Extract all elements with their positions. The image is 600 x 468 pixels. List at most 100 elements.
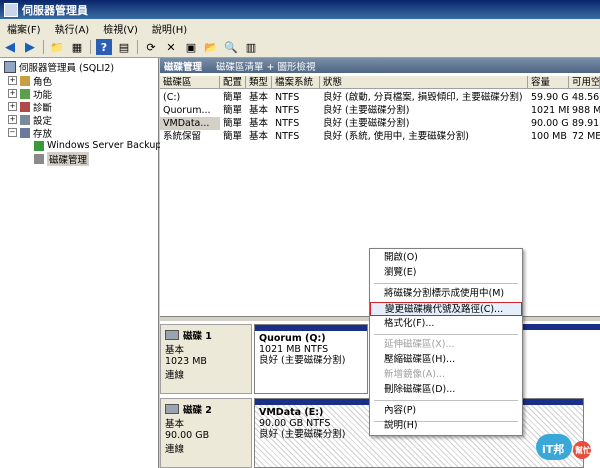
tree-root-label: 伺服器管理員 (SQLI2) [19,62,115,74]
table-cell: 基本 [249,118,269,129]
disk-size: 1023 MB [165,356,207,367]
table-cell-volume[interactable]: 系統保留 [160,130,220,143]
refresh-icon[interactable]: ⟳ [143,39,159,55]
menu-separator [374,283,518,284]
tree-item-label: 磁碟管理 [47,151,90,166]
tree-icon[interactable]: ▦ [69,39,85,55]
expand-icon[interactable]: + [8,89,17,98]
disk-1-label[interactable]: 磁碟 1 基本 1023 MB 連線 [160,324,252,394]
tree-item-windows-server-backup[interactable]: Windows Server Backup [34,139,161,152]
expand-icon[interactable]: + [8,76,17,85]
toolbar-separator [43,40,44,54]
tree-item-label: 存放 [33,128,53,140]
menu-delete-volume[interactable]: 刪除磁碟區(D)... [370,383,522,397]
table-cell: NTFS [275,118,300,129]
tree-root[interactable]: 伺服器管理員 (SQLI2) [4,60,115,74]
table-cell-volume[interactable]: Quorum... [160,104,220,117]
panel-header: 磁碟管理 磁碟區清單 + 圖形檢視 [160,58,600,73]
table-cell: 48.56 G [572,92,600,103]
table-cell-volume[interactable]: VMData... [160,117,220,130]
toolbar-separator [137,40,138,54]
table-cell-volume[interactable]: (C:) [160,91,220,104]
tree-item-roles[interactable]: + 角色 [8,74,53,88]
expand-icon[interactable]: + [8,102,17,111]
collapse-icon[interactable]: − [8,128,17,137]
menu-open[interactable]: 開啟(O) [370,251,522,265]
table-cell: 100 MB [531,131,567,142]
menu-view[interactable]: 檢視(V) [96,21,145,36]
tree-item-label: 功能 [33,89,53,101]
column-header[interactable]: 可用空 [569,76,600,89]
disk-icon[interactable]: ▥ [243,39,259,55]
disk-status: 連線 [165,370,185,381]
tree-item-configuration[interactable]: + 設定 [8,113,53,127]
panel-title: 磁碟管理 [164,61,203,73]
backup-icon [34,140,44,151]
expand-icon[interactable]: + [8,115,17,124]
menu-action[interactable]: 執行(A) [48,21,97,36]
menu-help[interactable]: 說明(H) [145,21,194,36]
table-cell: NTFS [275,105,300,116]
title-bar: 伺服器管理員 [0,0,600,19]
forward-icon[interactable]: ▶ [22,39,38,55]
tree-item-features[interactable]: + 功能 [8,87,53,101]
export-icon[interactable]: ▣ [183,39,199,55]
column-header[interactable]: 配置 [220,76,246,89]
tree-item-diagnostics[interactable]: + 診斷 [8,100,52,114]
partition-size: 1021 MB NTFS [259,344,329,355]
table-cell: 90.00 GB [531,118,569,129]
disk-icon [165,404,179,414]
menu-change-drive-letter[interactable]: 變更磁碟機代號及路徑(C)... [370,302,522,316]
tree-item-storage[interactable]: − 存放 [8,126,53,140]
column-header[interactable]: 類型 [246,76,272,89]
menu-explore[interactable]: 瀏覽(E) [370,266,522,280]
column-header[interactable]: 容量 [528,76,569,89]
open-icon[interactable]: 📂 [203,39,219,55]
tree-item-label: Windows Server Backup [47,140,162,151]
watermark-subtext: 幫忙 [575,446,591,455]
folder-up-icon[interactable]: 📁 [49,39,65,55]
disk-icon [165,330,179,340]
table-cell: 良好 (主要磁碟分割) [323,105,410,116]
disk-management-icon [34,153,44,164]
menu-extend-volume: 延伸磁碟區(X)... [384,339,455,350]
table-cell: 59.90 GB [531,92,569,103]
menu-properties[interactable]: 內容(P) [370,404,522,418]
disk-name: 磁碟 1 [183,331,212,342]
tree-item-label: 設定 [33,115,53,127]
menu-file[interactable]: 檔案(F) [0,21,48,36]
disk-type: 基本 [165,419,185,430]
table-cell: 良好 (主要磁碟分割) [323,118,410,129]
table-cell: 簡單 [223,131,243,142]
tree-item-disk-management[interactable]: 磁碟管理 [34,151,90,166]
delete-icon[interactable]: ✕ [163,39,179,55]
app-icon [4,2,18,17]
menu-mark-active[interactable]: 將磁碟分割標示成使用中(M) [370,287,522,301]
menu-shrink-volume[interactable]: 壓縮磁碟區(H)... [370,353,522,367]
disk-2-label[interactable]: 磁碟 2 基本 90.00 GB 連線 [160,398,252,468]
column-header[interactable]: 檔案系統 [272,76,320,89]
diagnostics-icon [20,101,30,112]
partition-quorum[interactable]: Quorum (Q:) 1021 MB NTFS 良好 (主要磁碟分割) [254,324,368,394]
menu-bar: 檔案(F) 執行(A) 檢視(V) 說明(H) [0,19,600,38]
tree-item-label: 角色 [33,76,53,88]
properties-icon[interactable]: ▤ [116,39,132,55]
menu-help[interactable]: 說明(H) [370,419,522,433]
menu-format[interactable]: 格式化(F)... [370,317,522,331]
panel-subtitle: 磁碟區清單 + 圖形檢視 [216,61,316,73]
table-cell: 基本 [249,131,269,142]
table-cell: 基本 [249,92,269,103]
toolbar-separator [90,40,91,54]
partition-status: 良好 (主要磁碟分割) [259,355,346,366]
back-icon[interactable]: ◀ [2,39,18,55]
menu-add-mirror: 新增鏡像(A)... [384,369,445,380]
column-header[interactable]: 磁碟區 [160,76,220,89]
help-icon[interactable]: ? [96,39,112,55]
table-cell: NTFS [275,92,300,103]
disk-name: 磁碟 2 [183,405,212,416]
find-icon[interactable]: 🔍 [223,39,239,55]
table-cell: 89.91 G [572,118,600,129]
partition-title: VMData (E:) [259,407,324,418]
column-header[interactable]: 狀態 [320,76,528,89]
toolbar: ◀ ▶ 📁 ▦ ? ▤ ⟳ ✕ ▣ 📂 🔍 ▥ [0,37,600,58]
